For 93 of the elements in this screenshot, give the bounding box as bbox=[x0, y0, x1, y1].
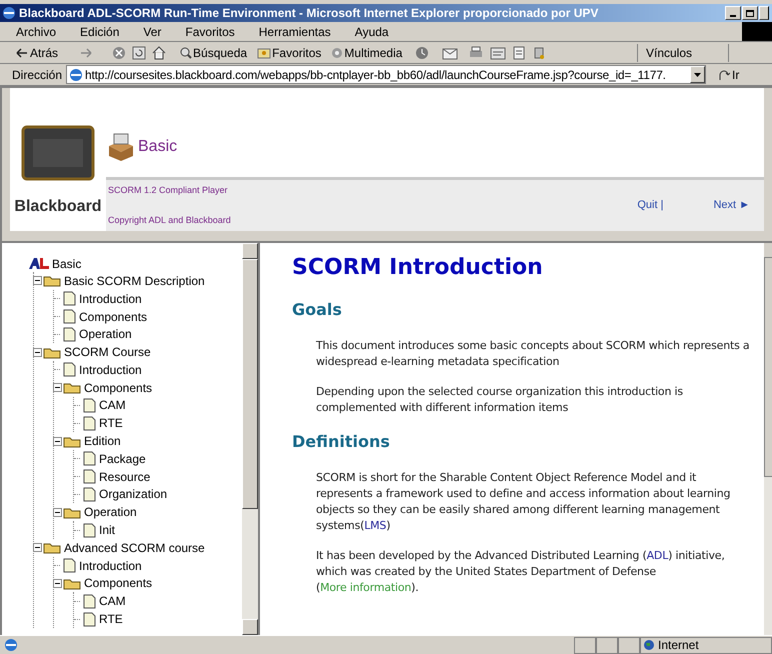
tree-item[interactable]: Organization bbox=[99, 485, 168, 504]
dropdown-button[interactable] bbox=[690, 66, 706, 83]
folder-icon bbox=[63, 381, 81, 394]
tree-item[interactable]: Resource bbox=[99, 468, 150, 486]
logo-text: Blackboard bbox=[14, 197, 102, 217]
status-panel bbox=[574, 636, 596, 654]
menu-item[interactable]: Ver bbox=[137, 22, 168, 40]
tree-item[interactable]: Edition bbox=[84, 432, 121, 450]
folder-icon bbox=[43, 274, 61, 288]
caret-icon bbox=[694, 72, 702, 76]
address-label: Dirección bbox=[12, 66, 62, 84]
tree-item[interactable]: RTE bbox=[99, 610, 123, 628]
links-label[interactable]: Vínculos bbox=[646, 44, 692, 62]
forward-arrow-icon bbox=[80, 48, 92, 58]
minimize-button[interactable] bbox=[725, 6, 741, 20]
film-reel-icon bbox=[331, 46, 344, 58]
section-heading: Goals bbox=[292, 299, 343, 321]
expander-toggle[interactable] bbox=[33, 348, 42, 357]
search-button[interactable]: Búsqueda bbox=[180, 44, 248, 62]
printer-icon bbox=[468, 46, 484, 60]
tree-item[interactable]: SCORM Course bbox=[64, 343, 151, 362]
course-title: Basic bbox=[138, 137, 178, 157]
folder-icon bbox=[63, 506, 81, 519]
menu-item[interactable]: Edición bbox=[74, 22, 126, 40]
tree-item[interactable]: Operation bbox=[79, 325, 132, 344]
tree-item[interactable]: Basic SCORM Description bbox=[64, 272, 205, 290]
tree-item[interactable]: Basic bbox=[52, 254, 82, 272]
history-icon bbox=[414, 46, 430, 60]
edit-icon bbox=[490, 46, 506, 60]
expander-toggle[interactable] bbox=[53, 383, 62, 392]
maximize-button[interactable] bbox=[742, 6, 758, 20]
expander-toggle[interactable] bbox=[53, 578, 62, 588]
scrollbar[interactable] bbox=[242, 243, 258, 635]
paragraph: This document introduces some basic concepts about SCORM which represents a widespread e-learning metadata specification bbox=[315, 338, 750, 370]
folder-icon bbox=[43, 346, 61, 359]
copyright-label: Copyright ADL and Blackboard bbox=[108, 214, 231, 227]
quit-link[interactable]: Quit | bbox=[637, 197, 664, 214]
stop-icon bbox=[112, 46, 126, 60]
menu-item[interactable]: Archivo bbox=[10, 22, 62, 40]
tree-item[interactable]: Introduction bbox=[79, 290, 142, 308]
expander-toggle[interactable] bbox=[33, 543, 42, 552]
back-arrow-icon bbox=[16, 48, 28, 58]
player-label: SCORM 1.2 Compliant Player bbox=[108, 184, 229, 197]
tools-icon bbox=[532, 46, 546, 60]
folder-icon bbox=[63, 576, 81, 590]
globe-icon bbox=[643, 639, 655, 651]
adl-logo-icon bbox=[28, 257, 50, 270]
bb-logo-icon bbox=[21, 125, 95, 181]
address-field[interactable]: http://coursesites.blackboard.com/webapps/bb-cntplayer-bb_bb60/adl/launchCourseFrame.jsp?course_id=_1177. bbox=[66, 65, 706, 84]
tree-item[interactable]: Components bbox=[84, 574, 152, 592]
status-panel bbox=[596, 636, 618, 654]
tree-item[interactable]: CAM bbox=[99, 396, 126, 414]
paragraph: Depending upon the selected course organization this introduction is complemented with different information items bbox=[315, 384, 684, 416]
menu-item[interactable]: Herramientas bbox=[252, 22, 337, 40]
tree-item[interactable]: Package bbox=[99, 450, 146, 468]
tree-item[interactable]: RTE bbox=[99, 414, 123, 432]
window-title: Blackboard ADL-SCORM Run-Time Environment - Microsoft Internet Explorer proporcionado por UPV bbox=[19, 5, 600, 22]
tree-item[interactable]: CAM bbox=[99, 592, 126, 610]
menu-item[interactable]: Favoritos bbox=[179, 22, 241, 40]
text-link[interactable]: LMS bbox=[364, 519, 386, 532]
paragraph: SCORM is short for the Sharable Content Object Reference Model and it represents a framework used to define and access information about learning objects so they can be easily shared among different learning management systems(LMS) bbox=[315, 470, 732, 534]
browser-icon bbox=[2, 6, 16, 20]
paragraph: It has been developed by the Advanced Distributed Learning (ADL) initiative, which was created by the United States Department of Defense (More information). bbox=[315, 548, 726, 596]
document-icon bbox=[512, 46, 526, 60]
tree-item[interactable]: Components bbox=[79, 308, 148, 326]
tree-item[interactable]: Introduction bbox=[79, 556, 142, 575]
tree-item[interactable]: Components bbox=[84, 378, 152, 397]
go-button[interactable]: Ir bbox=[718, 66, 740, 84]
text-link[interactable]: More information bbox=[320, 581, 412, 594]
menu-item[interactable]: Ayuda bbox=[348, 22, 395, 40]
zone-label: Internet bbox=[658, 637, 699, 654]
tree-item[interactable]: Operation bbox=[84, 503, 137, 522]
expander-toggle[interactable] bbox=[53, 436, 62, 446]
expander-toggle[interactable] bbox=[53, 508, 62, 517]
favorites-button[interactable]: Favoritos bbox=[257, 44, 322, 62]
text-link[interactable]: ADL bbox=[646, 549, 668, 562]
go-arrow-icon bbox=[718, 68, 730, 80]
section-heading: Definitions bbox=[292, 431, 391, 453]
refresh-icon bbox=[132, 46, 146, 60]
back-button[interactable]: Atrás bbox=[14, 44, 60, 62]
next-link[interactable]: Next ► bbox=[713, 197, 750, 214]
folder-icon bbox=[63, 434, 81, 448]
page-heading: SCORM Introduction bbox=[292, 254, 544, 282]
search-icon bbox=[180, 46, 192, 58]
tree-item[interactable]: Init bbox=[99, 521, 116, 540]
package-icon bbox=[106, 132, 136, 162]
folder-icon bbox=[43, 541, 61, 554]
close-button[interactable] bbox=[759, 6, 769, 20]
tree-item[interactable]: Advanced SCORM course bbox=[64, 538, 205, 557]
home-icon bbox=[152, 46, 166, 60]
multimedia-button[interactable]: Multimedia bbox=[331, 44, 402, 62]
tree-item[interactable]: Introduction bbox=[79, 360, 142, 379]
expander-toggle[interactable] bbox=[33, 276, 42, 286]
